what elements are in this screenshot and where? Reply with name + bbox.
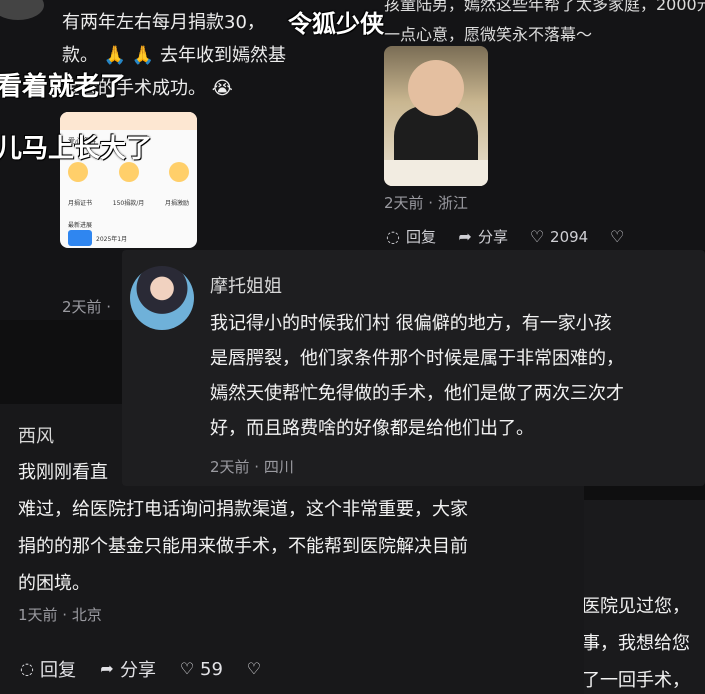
comment-actions: ◌ 回复 ➦ 分享 ♡ 59 ♡ [18, 656, 263, 682]
reply-button[interactable]: ◌ 回复 [18, 656, 76, 682]
comment-text: 我记得小的时候我们村 很偏僻的地方，有一家小孩 是唇腭裂，他们家条件那个时候是属… [210, 313, 624, 439]
pray-emoji-icon: 🙏 [131, 45, 155, 66]
comment-meta: 2天前 · 四川 [210, 458, 294, 476]
comment-meta: 2天前 · [62, 298, 112, 316]
thumbnail-image-block [68, 230, 92, 246]
share-button[interactable]: ➦ 分享 [456, 226, 508, 247]
reply-button[interactable]: ◌ 回复 [384, 226, 436, 247]
coin-icon [169, 162, 189, 182]
comment-bubble-icon: ◌ [386, 226, 400, 246]
heart-icon: ♡ [529, 226, 545, 246]
bullet-comment: 令狐少侠 [288, 10, 384, 38]
comment-meta: 1天前 · 北京 [18, 606, 102, 624]
thumbnail-coin-row [68, 162, 189, 182]
thumbnail-section: 最新进展 [68, 222, 93, 229]
like-button[interactable]: ♡ 2094 [528, 226, 588, 247]
crying-emoji-icon: 😭 [211, 78, 233, 99]
comment-bubble-icon: ◌ [20, 659, 34, 678]
comment-actions: ◌ 回复 ➦ 分享 ♡ 2094 ♡ [384, 226, 626, 247]
dislike-button[interactable]: ♡ [608, 226, 626, 247]
coin-icon [68, 162, 88, 182]
like-button[interactable]: ♡ 59 [178, 656, 223, 682]
thumbnail-labels: 月捐证书 150捐款/月 月捐激励 [68, 200, 189, 207]
broken-heart-icon: ♡ [246, 659, 262, 678]
share-button[interactable]: ➦ 分享 [98, 656, 156, 682]
avatar[interactable] [130, 266, 194, 330]
thumbnail-date: 2025年1月 [96, 236, 128, 243]
bullet-comment: 看着就老了 [0, 72, 127, 102]
commenter-name[interactable]: 西风 [18, 422, 54, 448]
comment-card-middle: 摩托姐姐 我记得小的时候我们村 很偏僻的地方，有一家小孩 是唇腭裂，他们家条件那… [122, 250, 705, 486]
comment-meta: 2天前 · 浙江 [384, 194, 468, 212]
dislike-button[interactable]: ♡ [245, 656, 263, 682]
commenter-name[interactable]: 摩托姐姐 [210, 272, 282, 298]
photo-person-head [408, 60, 464, 116]
heart-icon: ♡ [179, 659, 195, 678]
coin-icon [118, 162, 139, 182]
bullet-comment: 儿马上长大了 [0, 134, 153, 164]
attached-photo[interactable] [384, 46, 488, 186]
comment-card-bottom-right: 医院见过您， 事，我想给您 了一回手术， [584, 500, 705, 694]
share-arrow-icon: ➦ [100, 659, 114, 678]
comment-text: 医院见过您， 事，我想给您 了一回手术， [584, 596, 690, 691]
avatar[interactable] [0, 0, 44, 20]
share-arrow-icon: ➦ [458, 226, 472, 246]
comment-text: 孩童陆男，嫣然这些年帮了太多家庭，2000元 一点心意，愿微笑永不落幕～ [384, 0, 705, 44]
photo-caption-strip [384, 160, 488, 186]
broken-heart-icon: ♡ [610, 226, 625, 246]
